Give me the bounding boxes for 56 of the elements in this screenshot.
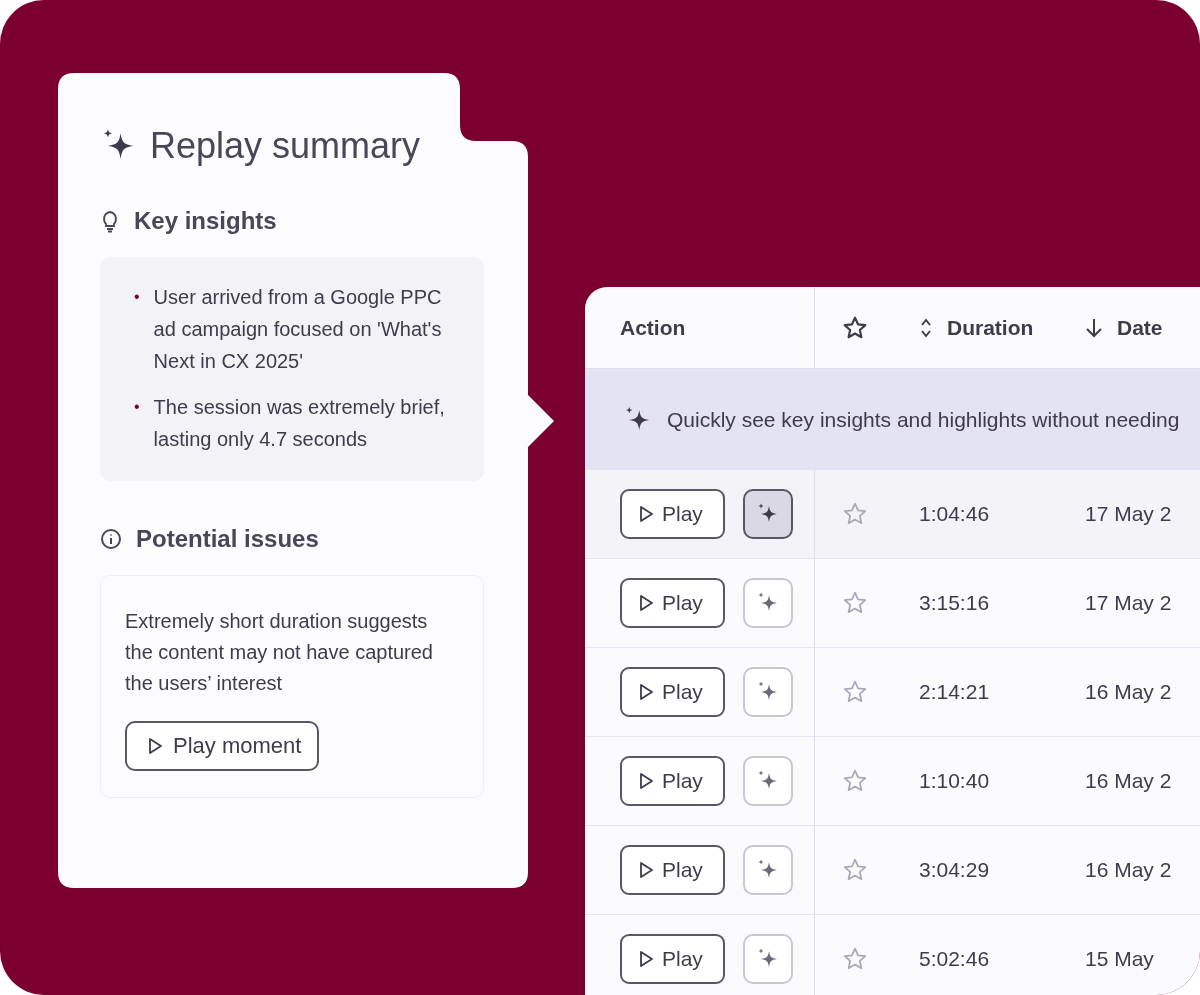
duration-cell: 1:04:46 <box>919 502 990 526</box>
sort-icon[interactable] <box>919 316 933 339</box>
table-row[interactable]: Play 1:10:40 16 May 2 <box>585 737 1200 826</box>
play-button[interactable]: Play <box>620 845 725 895</box>
duration-cell: 3:04:29 <box>919 858 990 882</box>
column-header[interactable]: Duration <box>947 315 1034 340</box>
banner-text: Quickly see key insights and highlights without needing <box>667 407 1180 432</box>
star-icon[interactable] <box>842 501 868 527</box>
duration-cell: 1:10:40 <box>919 769 990 793</box>
play-button[interactable]: Play <box>620 667 725 717</box>
bullet: • <box>134 287 140 307</box>
lightbulb-icon <box>100 209 120 233</box>
arrow-down-icon[interactable] <box>1085 316 1103 339</box>
card-title: Replay summary <box>150 125 421 167</box>
date-cell: 16 May 2 <box>1085 858 1172 882</box>
duration-cell: 2:14:21 <box>919 680 990 704</box>
column-header[interactable]: Date <box>1117 315 1163 340</box>
info-icon <box>100 528 122 550</box>
bullet: • <box>134 397 140 417</box>
play-icon <box>638 594 654 612</box>
star-icon[interactable] <box>842 314 868 341</box>
section-heading: Key insights <box>134 207 277 235</box>
date-cell: 16 May 2 <box>1085 680 1172 704</box>
table-row[interactable]: Play 1:04:46 17 May 2 <box>585 470 1200 559</box>
duration-cell: 5:02:46 <box>919 947 990 971</box>
insight-item: The session was extremely brief, lasting only 4.7 seconds <box>153 395 446 452</box>
play-button[interactable]: Play <box>620 578 725 628</box>
table-row[interactable]: Play 3:15:16 17 May 2 <box>585 559 1200 648</box>
date-cell: 16 May 2 <box>1085 769 1172 793</box>
summary-button[interactable] <box>743 489 793 539</box>
date-cell: 17 May 2 <box>1085 502 1172 526</box>
duration-cell: 3:15:16 <box>919 591 990 615</box>
play-icon <box>638 772 654 790</box>
star-icon[interactable] <box>842 857 868 883</box>
play-icon <box>147 737 163 755</box>
table-row[interactable]: Play 5:02:46 15 May <box>585 915 1200 995</box>
column-header[interactable]: Action <box>620 315 686 340</box>
table-row[interactable]: Play 3:04:29 16 May 2 <box>585 826 1200 915</box>
table-row[interactable]: Play 2:14:21 16 May 2 <box>585 648 1200 737</box>
star-icon[interactable] <box>842 946 868 972</box>
play-button[interactable]: Play <box>620 756 725 806</box>
date-cell: 15 May <box>1085 947 1154 971</box>
play-moment-button[interactable]: Play moment <box>125 721 320 771</box>
play-icon <box>638 683 654 701</box>
date-cell: 17 May 2 <box>1085 591 1172 615</box>
play-icon <box>638 950 654 968</box>
play-icon <box>638 505 654 523</box>
star-icon[interactable] <box>842 679 868 705</box>
insight-item: User arrived from a Google PPC ad campaign focused on 'What's Next in CX 2025' <box>153 285 443 374</box>
star-icon[interactable] <box>842 768 868 794</box>
play-button[interactable]: Play <box>620 489 725 539</box>
issue-text: Extremely short duration suggests the content may not have captured the users’ interest <box>125 609 434 696</box>
play-button[interactable]: Play <box>620 934 725 984</box>
play-icon <box>638 861 654 879</box>
section-heading: Potential issues <box>136 525 319 553</box>
star-icon[interactable] <box>842 590 868 616</box>
